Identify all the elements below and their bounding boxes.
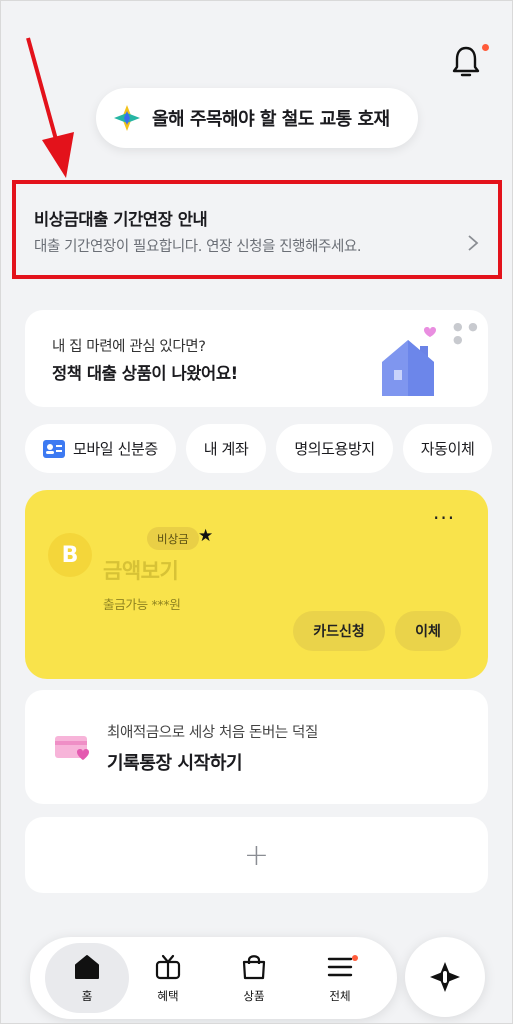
chip-label: 모바일 신분증 — [73, 440, 158, 458]
tab-label: 전체 — [329, 989, 351, 1003]
tab-label: 혜택 — [157, 989, 179, 1003]
promo-line1: 내 집 마련에 관심 있다면? — [52, 339, 206, 355]
transfer-button[interactable]: 이체 — [395, 611, 461, 651]
promo-line2: 정책 대출 상품이 나왔어요! — [52, 364, 238, 383]
chevron-right-icon — [468, 235, 479, 251]
rail-news-pill[interactable]: 올해 주목해야 할 철도 교통 호재 — [96, 88, 418, 148]
alert-title: 비상금대출 기간연장 안내 — [34, 210, 208, 229]
chip-label: 명의도용방지 — [294, 440, 375, 458]
chip-mobile-id[interactable]: 모바일 신분증 — [25, 424, 176, 473]
chip-auto-transfer[interactable]: 자동이체 — [402, 424, 493, 473]
red-arrow-annotation — [26, 37, 74, 178]
card-apply-button[interactable]: 카드신청 — [293, 611, 385, 651]
house-heart-icon — [382, 327, 436, 396]
record-savings-banner[interactable]: 최애적금으로 세상 처음 돈버는 덕질 기록통장 시작하기 — [25, 690, 488, 804]
loan-extension-alert[interactable]: 비상금대출 기간연장 안내 대출 기간연장이 필요합니다. 연장 신청을 진행해… — [12, 180, 502, 279]
menu-icon — [327, 957, 353, 977]
more-menu-icon[interactable]: ··· — [433, 506, 455, 530]
account-tag: 비상금 — [147, 527, 199, 550]
pink-card-heart-icon — [55, 736, 89, 760]
bell-icon[interactable] — [450, 44, 482, 78]
sparkle-icon — [114, 105, 140, 131]
policy-loan-banner[interactable]: 내 집 마련에 관심 있다면? 정책 대출 상품이 나왔어요! ● ● ● — [25, 310, 488, 407]
tab-benefits[interactable]: 혜택 — [126, 943, 210, 1013]
ai-assistant-button[interactable] — [405, 937, 485, 1017]
tab-label: 상품 — [243, 989, 265, 1003]
plus-icon: + — [243, 837, 270, 873]
savings-subtitle: 최애적금으로 세상 처음 돈버는 덕질 — [107, 725, 318, 741]
tab-all[interactable]: 전체 — [298, 943, 382, 1013]
chip-my-account[interactable]: 내 계좌 — [185, 424, 267, 473]
view-amount-link[interactable]: 금액보기 — [103, 555, 179, 585]
notification-dot — [482, 44, 489, 51]
tab-products[interactable]: 상품 — [212, 943, 296, 1013]
chip-label: 내 계좌 — [203, 440, 249, 458]
new-badge-dot — [352, 955, 358, 961]
emergency-fund-account-card[interactable]: ··· B 비상금 ★ 금액보기 출금가능 ***원 카드신청 이체 — [25, 490, 488, 679]
star-icon[interactable]: ★ — [198, 526, 213, 546]
chip-label: 자동이체 — [420, 440, 475, 458]
bank-logo-icon: B — [48, 533, 92, 577]
quick-menu: 모바일 신분증 내 계좌 명의도용방지 자동이체 — [25, 424, 513, 474]
shopping-bag-icon — [242, 955, 266, 980]
ai-sparkle-icon — [430, 962, 460, 992]
tab-home[interactable]: 홈 — [45, 943, 129, 1013]
rail-news-text: 올해 주목해야 할 철도 교통 호재 — [152, 109, 390, 130]
tv-gift-icon — [155, 954, 181, 980]
chip-identity-theft-prevention[interactable]: 명의도용방지 — [276, 424, 393, 473]
id-card-icon — [43, 439, 65, 458]
tab-label: 홈 — [81, 989, 93, 1003]
add-widget-button[interactable]: + — [25, 817, 488, 893]
savings-title: 기록통장 시작하기 — [107, 753, 243, 774]
home-icon — [75, 955, 99, 979]
bottom-tab-bar: 홈 혜택 상품 전체 — [30, 937, 397, 1019]
alert-description: 대출 기간연장이 필요합니다. 연장 신청을 진행해주세요. — [34, 239, 362, 255]
available-balance: 출금가능 ***원 — [103, 597, 181, 612]
carousel-dots: ● ● ● — [453, 320, 479, 346]
